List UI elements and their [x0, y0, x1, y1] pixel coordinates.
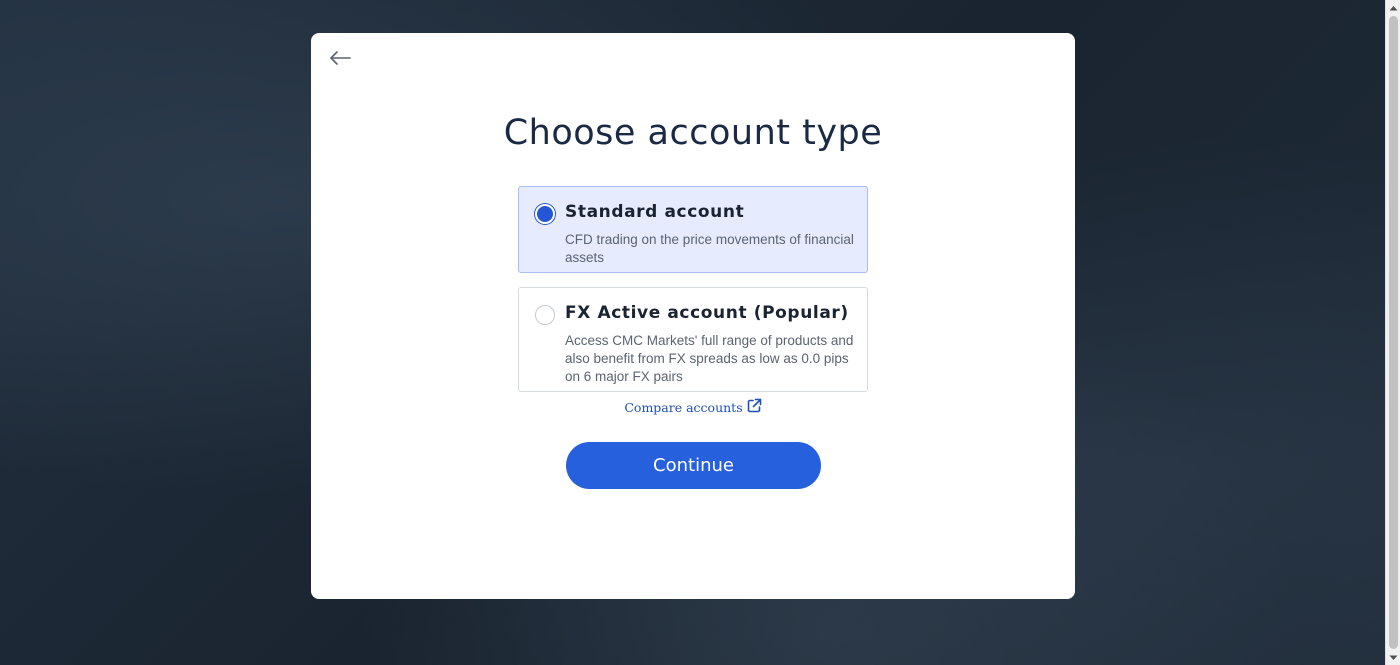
option-title: Standard account: [565, 202, 745, 222]
arrow-left-icon: [329, 50, 351, 69]
scroll-up-arrow-icon[interactable]: [1386, 0, 1400, 15]
continue-button[interactable]: Continue: [566, 442, 821, 489]
option-standard-account[interactable]: Standard account CFD trading on the pric…: [518, 186, 868, 273]
back-button[interactable]: [328, 49, 352, 69]
scroll-down-arrow-icon[interactable]: [1386, 650, 1400, 665]
external-link-icon: [747, 398, 762, 413]
radio-standard-account[interactable]: [535, 204, 555, 224]
scrollbar-thumb[interactable]: [1389, 16, 1398, 649]
compare-accounts-link[interactable]: Compare accounts: [311, 398, 1075, 415]
account-type-dialog: Choose account type Standard account CFD…: [311, 33, 1075, 599]
option-description: Access CMC Markets' full range of produc…: [565, 333, 854, 384]
option-fx-active-account[interactable]: FX Active account (Popular) Access CMC M…: [518, 287, 868, 392]
compare-accounts-label: Compare accounts: [624, 400, 743, 415]
vertical-scrollbar[interactable]: [1385, 0, 1400, 665]
page-title: Choose account type: [503, 113, 883, 153]
radio-fx-active-account[interactable]: [535, 305, 555, 325]
option-title: FX Active account (Popular): [565, 303, 849, 323]
option-description: CFD trading on the price movements of fi…: [565, 232, 854, 265]
